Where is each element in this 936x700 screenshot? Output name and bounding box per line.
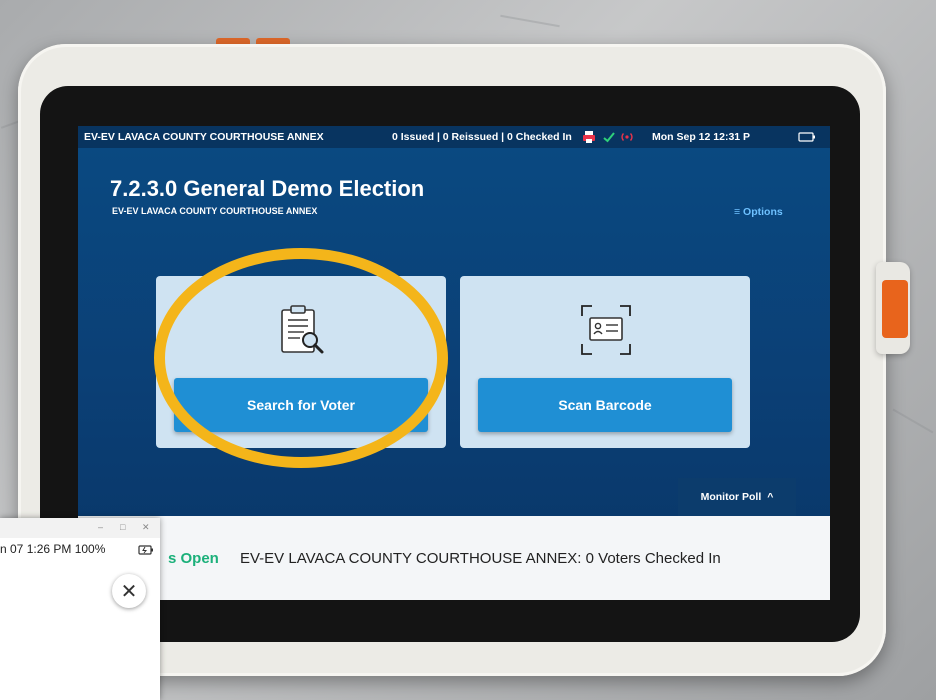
signal-icon [621,133,633,141]
search-for-voter-button[interactable]: Search for Voter [174,378,428,432]
check-icon [603,132,615,143]
maximize-icon[interactable]: □ [120,522,125,532]
monitor-poll-label: Monitor Poll [700,491,762,503]
status-counts: 0 Issued | 0 Reissued | 0 Checked In [392,131,572,143]
poll-book-screen: EV-EV LAVACA COUNTY COURTHOUSE ANNEX 0 I… [78,126,830,600]
status-datetime: Mon Sep 12 12:31 P [652,131,751,143]
page-subtitle: EV-EV LAVACA COUNTY COURTHOUSE ANNEX [112,206,318,216]
search-voter-card[interactable]: Search for Voter [156,276,446,448]
id-card-scan-icon [581,305,631,355]
close-icon[interactable]: ✕ [112,574,146,608]
voters-checked-in-text: EV-EV LAVACA COUNTY COURTHOUSE ANNEX: 0 … [240,550,721,567]
clipboard-search-icon [281,305,324,354]
scan-barcode-button[interactable]: Scan Barcode [478,378,732,432]
minimize-icon[interactable]: – [98,522,103,532]
side-clip [876,262,910,354]
floor-scratch [892,408,934,434]
floor-scratch [500,14,560,28]
status-bar: EV-EV LAVACA COUNTY COURTHOUSE ANNEX 0 I… [78,126,830,148]
polls-open-status: s Open [168,550,219,567]
printer-icon[interactable] [582,130,596,144]
overlay-titlebar: – □ ✕ [0,518,160,538]
options-menu-button[interactable]: ≡ Options [734,206,783,218]
taskbar-clock-text: n 07 1:26 PM 100% [0,542,106,556]
side-button[interactable] [882,280,908,338]
close-window-icon[interactable]: ✕ [142,522,150,533]
battery-icon [798,132,815,142]
scan-barcode-card[interactable]: Scan Barcode [460,276,750,448]
desktop-overlay-window: – □ ✕ n 07 1:26 PM 100% ✕ [0,518,160,700]
battery-icon [138,545,153,555]
monitor-poll-tab[interactable]: Monitor Poll ^ [678,478,796,516]
taskbar-clock: n 07 1:26 PM 100% [0,542,160,564]
chevron-up-icon: ^ [767,491,774,503]
poll-status-panel: s Open EV-EV LAVACA COUNTY COURTHOUSE AN… [78,516,830,600]
status-location: EV-EV LAVACA COUNTY COURTHOUSE ANNEX [84,131,324,143]
page-title: 7.2.3.0 General Demo Election [110,176,425,201]
